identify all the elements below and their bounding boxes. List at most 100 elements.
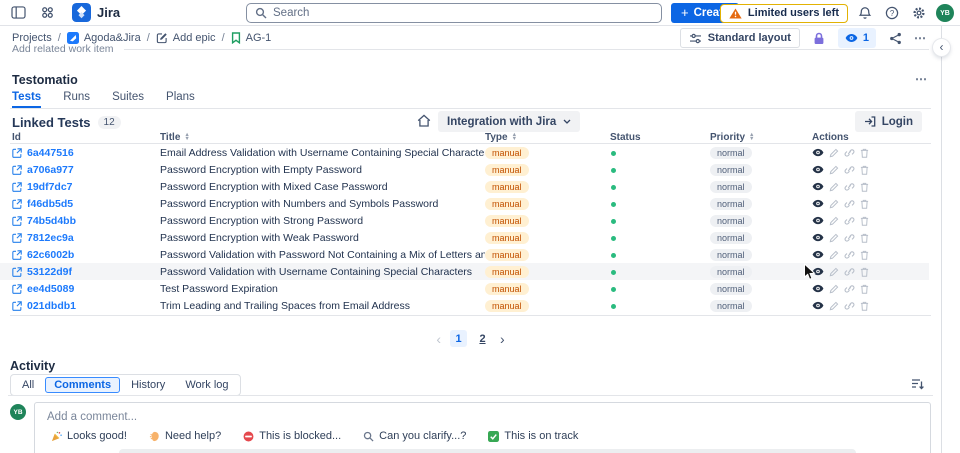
user-avatar[interactable]: YB: [936, 4, 954, 22]
view-icon[interactable]: [812, 182, 824, 191]
global-search[interactable]: [246, 3, 662, 23]
activity-tab-work-log[interactable]: Work log: [176, 377, 237, 393]
external-link-icon: [12, 215, 22, 226]
type-badge: manual: [485, 299, 529, 312]
delete-icon[interactable]: [860, 182, 869, 192]
edit-icon[interactable]: [829, 284, 839, 294]
delete-icon[interactable]: [860, 233, 869, 243]
view-icon[interactable]: [812, 284, 824, 293]
tab-runs[interactable]: Runs: [63, 91, 90, 108]
delete-icon[interactable]: [860, 216, 869, 226]
delete-icon[interactable]: [860, 284, 869, 294]
activity-sort-button[interactable]: [911, 378, 924, 390]
testomatio-more-button[interactable]: ⋯: [915, 72, 928, 86]
add-related-work-item-label[interactable]: Add related work item: [12, 43, 114, 55]
unlink-icon[interactable]: [844, 182, 855, 192]
quick-reply-this-is-blocked[interactable]: This is blocked...: [243, 430, 341, 442]
integration-dropdown[interactable]: Integration with Jira: [438, 111, 581, 132]
unlink-icon[interactable]: [844, 250, 855, 260]
row-actions: [812, 267, 929, 277]
sidebar-toggle-button[interactable]: [8, 3, 28, 23]
notifications-button[interactable]: [855, 3, 875, 23]
search-input[interactable]: [273, 7, 653, 19]
edit-icon[interactable]: [829, 301, 839, 311]
next-page-button[interactable]: ›: [500, 331, 505, 347]
test-id-link[interactable]: 74b5d4bb: [12, 215, 160, 227]
comment-editor[interactable]: Add a comment... Looks good! Need help? Th…: [34, 402, 931, 453]
test-id-link[interactable]: 6a447516: [12, 147, 160, 159]
edit-icon[interactable]: [829, 216, 839, 226]
view-icon[interactable]: [812, 250, 824, 259]
quick-reply-this-is-on-track[interactable]: This is on track: [488, 430, 578, 442]
edit-icon[interactable]: [829, 233, 839, 243]
page-button-1[interactable]: 1: [450, 330, 467, 347]
unlink-icon[interactable]: [844, 301, 855, 311]
test-id-link[interactable]: 7812ec9a: [12, 232, 160, 244]
edit-icon[interactable]: [829, 148, 839, 158]
edit-icon[interactable]: [829, 267, 839, 277]
column-type[interactable]: Type ▲ ▼: [485, 132, 610, 143]
view-icon[interactable]: [812, 165, 824, 174]
edit-icon[interactable]: [829, 250, 839, 260]
tab-plans[interactable]: Plans: [166, 91, 195, 108]
delete-icon[interactable]: [860, 267, 869, 277]
test-id-link[interactable]: 62c6002b: [12, 249, 160, 261]
testomatio-home-button[interactable]: [417, 114, 431, 127]
test-id-link[interactable]: 19df7dc7: [12, 181, 160, 193]
settings-button[interactable]: [909, 3, 929, 23]
delete-icon[interactable]: [860, 165, 869, 175]
page-button-2[interactable]: 2: [474, 330, 491, 347]
column-title[interactable]: Title ▲ ▼: [160, 132, 485, 143]
unlink-icon[interactable]: [844, 199, 855, 209]
status-dot: [611, 218, 616, 224]
view-icon[interactable]: [812, 301, 824, 310]
delete-icon[interactable]: [860, 301, 869, 311]
view-icon[interactable]: [812, 216, 824, 225]
column-priority[interactable]: Priority ▲ ▼: [710, 132, 812, 143]
edit-icon[interactable]: [829, 182, 839, 192]
comment-placeholder[interactable]: Add a comment...: [47, 411, 137, 423]
priority-badge: normal: [710, 248, 752, 261]
tab-suites[interactable]: Suites: [112, 91, 144, 108]
unlink-icon[interactable]: [844, 165, 855, 175]
limited-users-badge[interactable]: Limited users left: [719, 3, 848, 23]
quick-reply-looks-good[interactable]: Looks good!: [51, 430, 127, 442]
previous-page-button[interactable]: ‹: [436, 331, 441, 347]
unlink-icon[interactable]: [844, 233, 855, 243]
unlink-icon[interactable]: [844, 284, 855, 294]
quick-reply-can-you-clarify[interactable]: Can you clarify...?: [363, 430, 466, 442]
jira-home-link[interactable]: Jira: [72, 3, 120, 22]
view-icon[interactable]: [812, 233, 824, 242]
view-icon[interactable]: [812, 148, 824, 157]
test-id-link[interactable]: 53122d9f: [12, 266, 160, 278]
external-link-icon: [12, 198, 22, 209]
gear-icon: [913, 7, 925, 19]
activity-tab-all[interactable]: All: [13, 377, 43, 393]
unlink-icon[interactable]: [844, 216, 855, 226]
unlink-icon[interactable]: [844, 267, 855, 277]
test-id-link[interactable]: f46db5d5: [12, 198, 160, 210]
test-id-link[interactable]: 021dbdb1: [12, 300, 160, 312]
collapse-panel-button[interactable]: ‹: [933, 39, 950, 56]
activity-tab-comments[interactable]: Comments: [45, 377, 121, 393]
test-id-link[interactable]: ee4d5089: [12, 283, 160, 295]
sidebar-toggle-icon: [10, 6, 26, 19]
test-id-link[interactable]: a706a977: [12, 164, 160, 176]
activity-tab-history[interactable]: History: [122, 377, 174, 393]
column-status: Status: [610, 132, 710, 143]
help-button[interactable]: ?: [882, 3, 902, 23]
add-related-work-item-row: Add related work item: [12, 43, 929, 55]
app-switcher-button[interactable]: [37, 3, 57, 23]
view-icon[interactable]: [812, 199, 824, 208]
delete-icon[interactable]: [860, 148, 869, 158]
delete-icon[interactable]: [860, 250, 869, 260]
sort-icon: ▲ ▼: [749, 131, 755, 142]
view-icon[interactable]: [812, 267, 824, 276]
login-button[interactable]: Login: [854, 111, 922, 132]
edit-icon[interactable]: [829, 199, 839, 209]
delete-icon[interactable]: [860, 199, 869, 209]
tab-tests[interactable]: Tests: [12, 91, 41, 108]
quick-reply-need-help[interactable]: Need help?: [149, 430, 221, 442]
unlink-icon[interactable]: [844, 148, 855, 158]
edit-icon[interactable]: [829, 165, 839, 175]
